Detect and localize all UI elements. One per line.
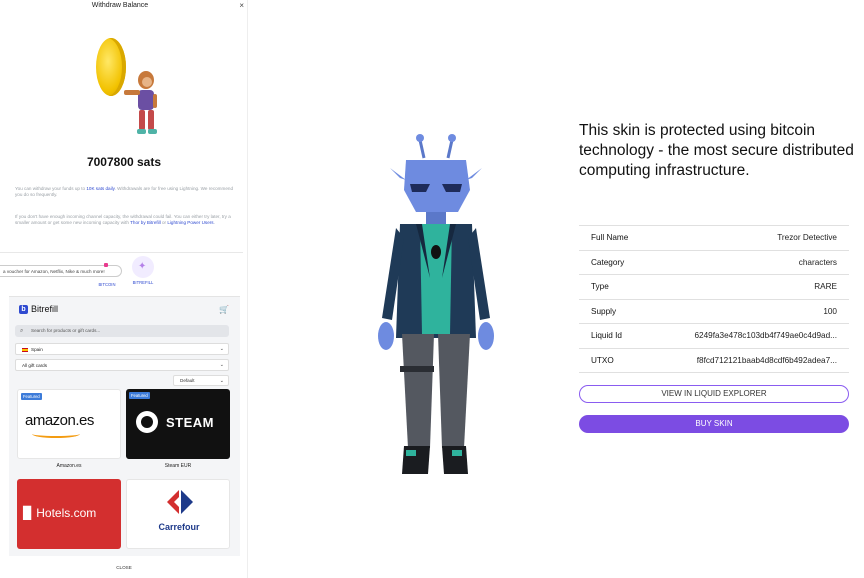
close-icon[interactable]: ×	[239, 1, 244, 10]
country-select[interactable]: Spain ⌄	[15, 343, 229, 355]
daily-limit-link[interactable]: 10K sats daily	[86, 186, 114, 191]
table-row: Type RARE	[579, 274, 849, 299]
gift-card-amazon[interactable]: Featured amazon.es	[17, 389, 121, 459]
steam-logo: STEAM	[166, 415, 214, 430]
gift-card-name: Amazon.es	[56, 463, 82, 469]
search-placeholder: Search for products or gift cards...	[31, 328, 101, 333]
notification-badge	[104, 263, 108, 267]
flag-icon	[22, 347, 28, 352]
table-row: Full Name Trezor Detective	[579, 225, 849, 250]
monkey-character-illustration	[124, 71, 157, 134]
featured-badge: Featured	[129, 392, 150, 399]
row-label: Full Name	[591, 233, 629, 242]
tab-bitrefill[interactable]: ✦ BITREFILL	[130, 256, 156, 290]
category-select[interactable]: All gift cards ⌄	[15, 359, 229, 371]
table-row: Liquid Id 6249fa3e478c103db4f749ae0c4d9a…	[579, 323, 849, 348]
gift-card-steam[interactable]: Featured STEAM	[126, 389, 230, 459]
row-label: Category	[591, 257, 625, 267]
search-input[interactable]: ⌕ Search for products or gift cards...	[15, 325, 229, 337]
row-label: Type	[591, 282, 609, 292]
withdraw-modal: Withdraw Balance × 7007800 sats You can …	[0, 0, 248, 578]
close-button[interactable]: CLOSE	[0, 565, 248, 570]
sort-select[interactable]: Default ⌄	[173, 375, 229, 386]
category-value: All gift cards	[22, 363, 48, 368]
row-label: UTXO	[591, 355, 614, 365]
carrefour-logo: Carrefour	[158, 522, 200, 532]
bitrefill-embed: b Bitrefill 🛒 ⌕ Search for products or g…	[9, 296, 240, 556]
skin-info-table: Full Name Trezor Detective Category char…	[579, 225, 849, 373]
row-value: RARE	[814, 282, 837, 292]
bitrefill-tab-icon: ✦	[132, 256, 154, 278]
table-row: Category characters	[579, 249, 849, 275]
withdraw-info-text: You can withdraw your funds up to 10K sa…	[15, 186, 233, 198]
sort-value: Default	[180, 378, 195, 383]
row-value: characters	[798, 257, 837, 267]
lightning-power-users-link[interactable]: Lightning Power Users	[167, 220, 213, 225]
amazon-smile-icon	[32, 430, 80, 438]
table-row: Supply 100	[579, 298, 849, 324]
modal-title: Withdraw Balance	[91, 2, 149, 9]
protection-headline: This skin is protected using bitcoin tec…	[579, 122, 854, 179]
trezor-detective-character	[378, 134, 494, 474]
chevron-down-icon: ⌄	[219, 362, 224, 368]
bitrefill-logo-icon: b	[19, 305, 28, 314]
gift-card-carrefour[interactable]: Carrefour	[126, 479, 230, 549]
row-value: f8fcd712121baab4d8cdf6b492adea7...	[696, 355, 837, 365]
gift-card-hotels[interactable]: ▉ Hotels.com	[17, 479, 121, 549]
modal-header: Withdraw Balance ×	[0, 0, 248, 14]
chevron-down-icon: ⌄	[219, 346, 224, 352]
row-label: Liquid Id	[591, 331, 622, 341]
row-value: Trezor Detective	[777, 233, 837, 242]
carrefour-logo-icon	[167, 490, 193, 514]
capacity-info-text: If you don't have enough incoming channe…	[15, 214, 231, 226]
row-value: 100	[823, 306, 837, 316]
divider	[0, 252, 243, 253]
chevron-down-icon: ⌄	[219, 378, 224, 384]
featured-badge: Featured	[21, 393, 42, 400]
row-value: 6249fa3e478c103db4f749ae0c4d9ad...	[694, 331, 837, 341]
country-value: Spain	[31, 347, 43, 352]
tab-bitrefill-label: BITREFILL	[132, 280, 154, 285]
view-in-liquid-explorer-button[interactable]: VIEW IN LIQUID EXPLORER	[579, 385, 849, 403]
thor-link[interactable]: Thor by Bitrefill	[130, 220, 161, 225]
search-icon: ⌕	[20, 328, 24, 334]
bitrefill-brand: Bitrefill	[31, 304, 59, 314]
gift-card-name: Steam EUR	[164, 463, 192, 469]
table-row: UTXO f8fcd712121baab4d8cdf6b492adea7...	[579, 347, 849, 373]
cart-icon[interactable]: 🛒	[219, 305, 229, 314]
tab-bitcoin[interactable]: BITCOIN	[96, 258, 118, 290]
amazon-logo: amazon.es	[25, 412, 94, 429]
buy-skin-button[interactable]: BUY SKIN	[579, 415, 849, 433]
hotels-logo: ▉ Hotels.com	[23, 506, 97, 520]
tab-bitcoin-label: BITCOIN	[98, 282, 116, 287]
row-label: Supply	[591, 306, 617, 316]
balance-amount: 7007800 sats	[86, 155, 162, 169]
steam-logo-icon	[136, 411, 158, 433]
